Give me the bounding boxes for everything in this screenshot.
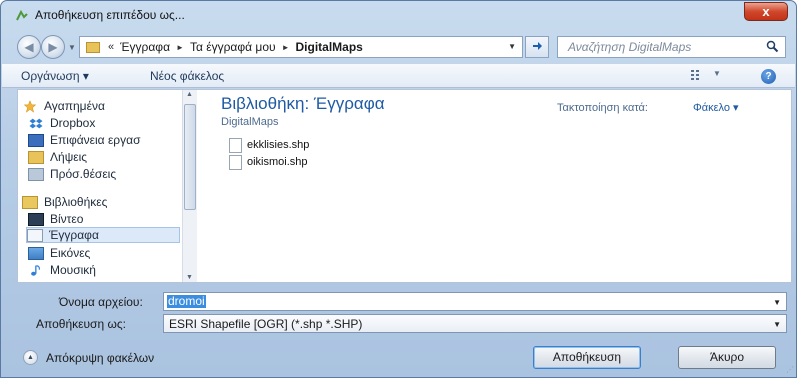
breadcrumb-documents[interactable]: Έγγραφα [120,40,170,54]
new-folder-button[interactable]: Νέος φάκελος [150,69,224,83]
save-as-type-label: Αποθήκευση ως: [36,317,126,331]
collapse-icon: ▲ [23,350,38,365]
breadcrumb-separator[interactable]: ► [282,43,290,52]
browser-area: Αγαπημένα Dropbox Επιφάνεια εργασ Λήψεις… [17,89,792,283]
file-icon [229,154,242,170]
nav-libraries[interactable]: Βιβλιοθήκες [22,194,107,210]
recent-pages-dropdown-icon[interactable]: ▼ [68,43,76,52]
nav-item-label: Εικόνες [50,246,91,260]
navigation-pane: Αγαπημένα Dropbox Επιφάνεια εργασ Λήψεις… [18,90,198,282]
scroll-down-icon[interactable]: ▼ [186,274,193,281]
save-dialog-window: Αποθήκευση επιπέδου ως... x ◀ ▶ ▼ « Έγγρ… [0,0,797,378]
music-note-icon [31,264,40,276]
hide-folders-toggle[interactable]: ▲ Απόκρυψη φακέλων [23,350,154,365]
library-title: Βιβλιοθήκη: Έγγραφα [221,94,385,113]
libraries-icon [22,195,38,209]
nav-item-label: Έγγραφα [49,228,99,242]
breadcrumb-separator[interactable]: ► [176,43,184,52]
nav-item-label: Λήψεις [50,150,88,164]
help-button[interactable]: ? [761,69,776,84]
nav-item-recent-places[interactable]: Πρόσ.θέσεις [28,166,116,182]
nav-item-label: Μουσική [50,263,96,277]
cancel-button[interactable]: Άκυρο [678,346,776,369]
file-item[interactable]: ekklisies.shp [229,137,309,153]
refresh-button[interactable] [525,36,549,58]
refresh-icon [533,42,542,50]
nav-scrollbar[interactable]: ▲ ▼ [182,90,197,282]
search-input[interactable]: Αναζήτηση DigitalMaps [568,40,691,54]
nav-item-documents[interactable]: Έγγραφα [26,227,180,243]
search-box[interactable]: Αναζήτηση DigitalMaps [557,36,786,58]
resize-grip-icon[interactable]: ⋰ [786,365,794,374]
nav-favorites-label: Αγαπημένα [44,99,105,113]
arrange-by-dropdown[interactable]: Φάκελο ▾ [693,101,739,114]
nav-item-downloads[interactable]: Λήψεις [28,149,87,165]
breadcrumb-my-documents[interactable]: Τα έγγραφά μου [190,40,276,54]
nav-libraries-label: Βιβλιοθήκες [44,195,108,209]
folder-icon [86,41,100,53]
file-item[interactable]: oikismoi.shp [229,154,308,170]
video-library-icon [28,212,44,226]
window-title: Αποθήκευση επιπέδου ως... [35,8,185,22]
filename-field[interactable]: dromoi ▼ [163,292,787,311]
star-icon [23,99,37,113]
nav-item-videos[interactable]: Βίντεο [28,211,83,227]
hide-folders-label: Απόκρυψη φακέλων [46,350,155,365]
chevron-down-icon[interactable]: ▼ [773,320,781,329]
file-name: ekklisies.shp [247,139,310,151]
documents-library-icon [27,228,43,242]
filename-label: Όνομα αρχείου: [59,295,143,309]
nav-item-music[interactable]: Μουσική [28,262,96,278]
organize-menu[interactable]: Οργάνωση ▾ [21,69,89,83]
back-button[interactable]: ◀ [17,35,41,59]
address-bar[interactable]: « Έγγραφα ► Τα έγγραφά μου ► DigitalMaps… [79,36,523,58]
title-bar[interactable]: Αποθήκευση επιπέδου ως... x [1,1,796,31]
filename-input-value[interactable]: dromoi [167,295,206,308]
chevron-down-icon[interactable]: ▼ [713,69,721,78]
desktop-icon [28,133,44,147]
nav-item-desktop[interactable]: Επιφάνεια εργασ [28,132,140,148]
nav-item-label: Dropbox [50,116,96,130]
recent-places-icon [28,167,44,181]
downloads-folder-icon [28,150,44,164]
pictures-library-icon [28,246,44,260]
nav-item-label: Βίντεο [50,212,84,226]
nav-item-label: Επιφάνεια εργασ [50,133,141,147]
file-list-pane: Βιβλιοθήκη: Έγγραφα DigitalMaps Τακτοποί… [199,90,791,282]
nav-item-pictures[interactable]: Εικόνες [28,245,90,261]
file-icon [229,137,242,153]
dropbox-icon [29,118,43,128]
filename-dropdown-icon[interactable]: ▼ [773,298,781,307]
command-toolbar: Οργάνωση ▾ Νέος φάκελος ▼ ? [2,63,795,88]
nav-item-dropbox[interactable]: Dropbox [28,115,95,131]
close-button[interactable]: x [744,2,788,21]
file-name: oikismoi.shp [247,156,308,168]
arrange-by-label: Τακτοποίηση κατά: [557,102,648,114]
scroll-up-icon[interactable]: ▲ [186,91,193,98]
nav-item-label: Πρόσ.θέσεις [50,167,117,181]
address-dropdown-icon[interactable]: ▼ [508,42,516,51]
search-icon[interactable] [766,40,779,53]
change-view-button[interactable]: ▼ [691,69,725,83]
view-grid-icon [691,70,699,80]
forward-button[interactable]: ▶ [41,35,65,59]
app-icon [16,9,28,21]
navigation-row: ◀ ▶ ▼ « Έγγραφα ► Τα έγγραφά μου ► Digit… [1,31,796,63]
save-as-type-value: ESRI Shapefile [OGR] (*.shp *.SHP) [169,317,363,331]
address-overflow-chevron[interactable]: « [108,41,114,53]
breadcrumb-digitalmaps[interactable]: DigitalMaps [295,40,362,54]
save-as-type-select[interactable]: ESRI Shapefile [OGR] (*.shp *.SHP) ▼ [163,314,787,333]
library-subtitle[interactable]: DigitalMaps [221,116,278,128]
scrollbar-thumb[interactable] [184,104,196,210]
nav-favorites[interactable]: Αγαπημένα [22,98,105,114]
save-button[interactable]: Αποθήκευση [533,346,641,369]
